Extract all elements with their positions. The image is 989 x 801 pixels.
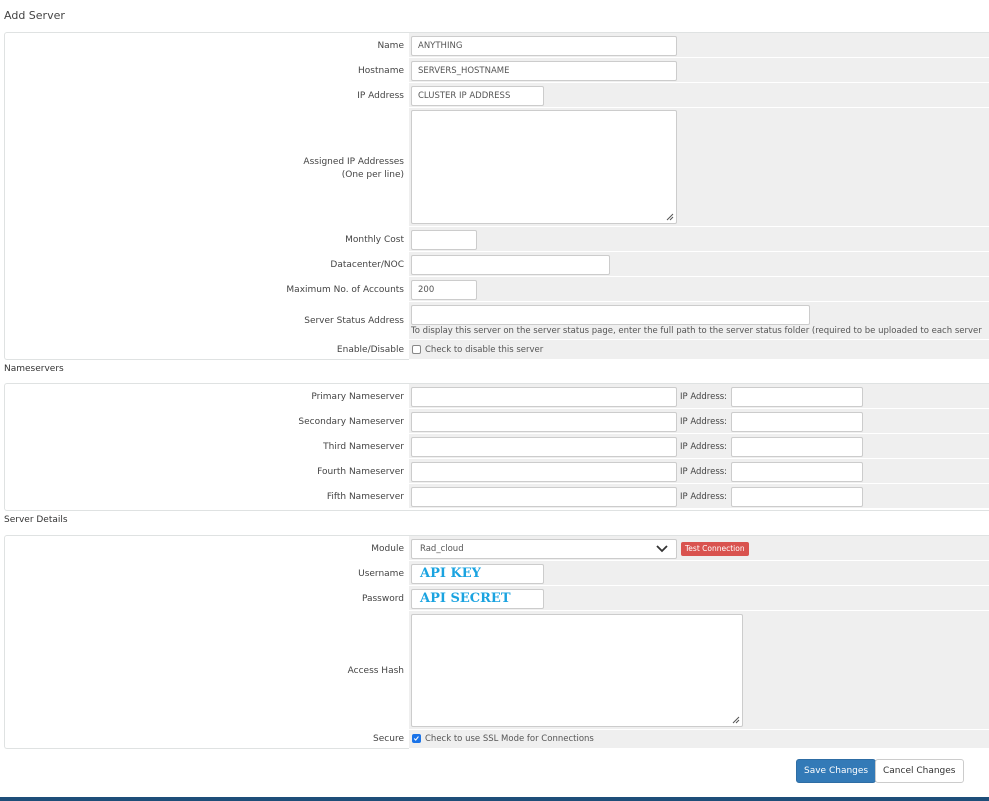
nameserver-ip-label: IP Address: bbox=[680, 417, 728, 427]
max-accounts-label: Maximum No. of Accounts bbox=[286, 285, 404, 295]
status-address-input[interactable] bbox=[411, 305, 810, 325]
checkmark-icon bbox=[413, 736, 419, 741]
cancel-changes-button[interactable]: Cancel Changes bbox=[875, 759, 964, 783]
monthly-cost-input[interactable] bbox=[411, 230, 477, 250]
row-enable-disable: Enable/Disable Check to disable this ser… bbox=[5, 340, 989, 360]
footer-bar bbox=[0, 797, 989, 801]
username-value: API KEY bbox=[420, 566, 481, 581]
server-details-title: Server Details bbox=[4, 515, 68, 525]
row-status-address: Server Status Address To display this se… bbox=[5, 302, 989, 340]
server-panel: Name ANYTHING Hostname SERVERS_HOSTNAME … bbox=[4, 32, 989, 360]
nameserver-label: Primary Nameserver bbox=[311, 392, 404, 402]
password-input[interactable]: API SECRET bbox=[411, 589, 544, 609]
row-ip-address: IP Address CLUSTER IP ADDRESS bbox=[5, 83, 989, 108]
username-label: Username bbox=[358, 569, 404, 579]
test-connection-button[interactable]: Test Connection bbox=[681, 542, 749, 556]
nameserver-row: Fourth Nameserver IP Address: bbox=[5, 459, 989, 484]
disable-server-checkbox-label[interactable]: Check to disable this server bbox=[425, 345, 543, 355]
assigned-ips-sublabel: (One per line) bbox=[341, 170, 404, 180]
row-max-accounts: Maximum No. of Accounts 200 bbox=[5, 277, 989, 302]
max-accounts-input[interactable]: 200 bbox=[411, 280, 477, 300]
ip-address-label: IP Address bbox=[357, 91, 404, 101]
row-monthly-cost: Monthly Cost bbox=[5, 227, 989, 252]
ssl-checkbox[interactable] bbox=[412, 734, 421, 743]
nameserver-input[interactable] bbox=[411, 487, 677, 507]
nameserver-ip-input[interactable] bbox=[731, 462, 863, 482]
nameserver-ip-label: IP Address: bbox=[680, 492, 728, 502]
nameserver-input[interactable] bbox=[411, 387, 677, 407]
nameserver-row: Fifth Nameserver IP Address: bbox=[5, 484, 989, 509]
nameservers-title: Nameservers bbox=[4, 364, 64, 374]
ssl-checkbox-label[interactable]: Check to use SSL Mode for Connections bbox=[425, 734, 594, 744]
row-username: Username API KEY bbox=[5, 561, 989, 586]
row-password: Password API SECRET bbox=[5, 586, 989, 611]
row-secure: Secure Check to use SSL Mode for Connect… bbox=[5, 730, 989, 749]
page-title: Add Server bbox=[4, 9, 65, 22]
chevron-down-icon bbox=[656, 545, 668, 553]
nameserver-label: Secondary Nameserver bbox=[298, 417, 404, 427]
nameserver-ip-input[interactable] bbox=[731, 412, 863, 432]
nameserver-input[interactable] bbox=[411, 412, 677, 432]
nameserver-row: Third Nameserver IP Address: bbox=[5, 434, 989, 459]
row-datacenter: Datacenter/NOC bbox=[5, 252, 989, 277]
password-label: Password bbox=[361, 594, 404, 604]
name-label: Name bbox=[377, 41, 404, 51]
nameserver-ip-input[interactable] bbox=[731, 487, 863, 507]
status-address-help: To display this server on the server sta… bbox=[411, 326, 982, 336]
nameserver-ip-label: IP Address: bbox=[680, 442, 728, 452]
access-hash-textarea[interactable] bbox=[411, 614, 743, 727]
module-label: Module bbox=[371, 544, 404, 554]
ip-address-input[interactable]: CLUSTER IP ADDRESS bbox=[411, 86, 544, 106]
row-assigned-ips: Assigned IP Addresses (One per line) bbox=[5, 108, 989, 227]
name-input[interactable]: ANYTHING bbox=[411, 36, 677, 56]
enable-disable-label: Enable/Disable bbox=[336, 345, 404, 355]
row-module: Module Rad_cloud Test Connection bbox=[5, 536, 989, 561]
nameserver-input[interactable] bbox=[411, 437, 677, 457]
monthly-cost-label: Monthly Cost bbox=[345, 235, 404, 245]
nameserver-label: Fourth Nameserver bbox=[317, 467, 404, 477]
nameserver-ip-label: IP Address: bbox=[680, 467, 728, 477]
nameserver-ip-input[interactable] bbox=[731, 437, 863, 457]
row-access-hash: Access Hash bbox=[5, 611, 989, 730]
nameserver-ip-label: IP Address: bbox=[680, 392, 728, 402]
nameserver-label: Third Nameserver bbox=[323, 442, 404, 452]
module-select-value: Rad_cloud bbox=[420, 544, 464, 554]
hostname-label: Hostname bbox=[357, 66, 404, 76]
secure-label: Secure bbox=[373, 734, 404, 744]
nameserver-label: Fifth Nameserver bbox=[326, 492, 404, 502]
row-hostname: Hostname SERVERS_HOSTNAME bbox=[5, 58, 989, 83]
nameserver-ip-input[interactable] bbox=[731, 387, 863, 407]
server-details-panel: Module Rad_cloud Test Connection Usernam… bbox=[4, 535, 989, 749]
row-name: Name ANYTHING bbox=[5, 33, 989, 58]
save-changes-button[interactable]: Save Changes bbox=[796, 759, 877, 783]
access-hash-label: Access Hash bbox=[347, 666, 404, 676]
nameserver-row: Primary Nameserver IP Address: bbox=[5, 384, 989, 409]
hostname-input[interactable]: SERVERS_HOSTNAME bbox=[411, 61, 677, 81]
nameservers-panel: Primary Nameserver IP Address: Secondary N… bbox=[4, 383, 989, 511]
resize-grip-icon[interactable] bbox=[731, 715, 740, 724]
assigned-ips-textarea[interactable] bbox=[411, 110, 677, 224]
datacenter-label: Datacenter/NOC bbox=[330, 260, 404, 270]
datacenter-input[interactable] bbox=[411, 255, 610, 275]
nameserver-input[interactable] bbox=[411, 462, 677, 482]
username-input[interactable]: API KEY bbox=[411, 564, 544, 584]
resize-grip-icon[interactable] bbox=[665, 212, 674, 221]
password-value: API SECRET bbox=[420, 591, 511, 606]
assigned-ips-label: Assigned IP Addresses bbox=[303, 157, 404, 167]
module-select[interactable]: Rad_cloud bbox=[411, 539, 677, 559]
disable-server-checkbox[interactable] bbox=[412, 345, 421, 354]
nameserver-row: Secondary Nameserver IP Address: bbox=[5, 409, 989, 434]
status-address-label: Server Status Address bbox=[304, 316, 404, 326]
